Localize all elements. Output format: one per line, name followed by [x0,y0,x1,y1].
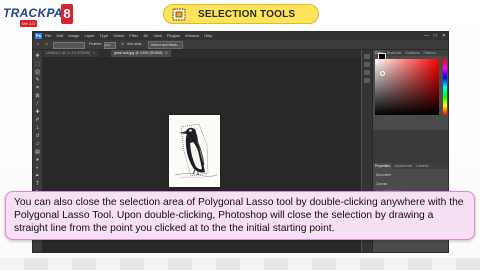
hue-slider[interactable] [443,59,447,115]
home-icon[interactable]: ⌂ [37,42,39,46]
tab-untitled[interactable]: Untitled-1 @ 11.1% (RGB/8) × [43,50,98,57]
caption-text: You can also close the selection area of… [14,197,464,234]
color-picker-cursor[interactable] [380,71,385,76]
menu-plugins[interactable]: Plugins [167,33,180,39]
photoshop-app-icon[interactable]: Ps [35,33,42,39]
color-panel: Color Swatches Gradients Patterns [373,50,448,130]
healing-brush-tool-icon[interactable]: ✚ [35,110,40,115]
character-panel-icon[interactable] [364,70,370,75]
close-icon[interactable]: × [166,51,168,55]
tab-great-auk[interactable]: great auk.jpg @ 100% (RGB/8) × [111,50,171,57]
great-auk-image [169,115,220,187]
logo-version-text: Ver 1.0 [20,20,37,27]
document-tabs: Untitled-1 @ 11.1% (RGB/8) × great auk.jp… [43,50,361,57]
menu-filter[interactable]: Filter [129,33,138,39]
pen-tool-icon[interactable]: ✒ [35,174,40,179]
menu-type[interactable]: Type [100,33,109,39]
eyedropper-tool-icon[interactable]: ⁄ [35,102,40,107]
slide-title: SELECTION TOOLS [198,9,296,20]
color-picker-field[interactable] [375,59,439,115]
minimize-icon[interactable]: — [424,33,429,39]
history-brush-tool-icon[interactable]: ↺ [35,134,40,139]
trackpad-logo: TRACKPAD Ver 1.0 8 [3,2,73,28]
tab-adjustments[interactable]: Adjustments [392,163,414,169]
move-tool-icon[interactable]: ✥ [35,54,40,59]
brush-panel-icon[interactable] [364,62,370,67]
tab-great-auk-label: great auk.jpg @ 100% (RGB/8) [114,51,163,55]
tab-swatches[interactable]: Swatches [385,50,403,56]
tab-gradients[interactable]: Gradients [403,50,421,56]
eraser-tool-icon[interactable]: ▱ [35,142,40,147]
menu-file[interactable]: File [45,33,51,39]
gradient-tool-icon[interactable]: ▤ [35,150,40,155]
feather-label: Feather: [89,42,103,46]
bottom-stripe [0,258,480,270]
caption-box: You can also close the selection area of… [5,191,475,240]
menu-help[interactable]: Help [204,33,212,39]
select-and-mask-button[interactable]: Select and Mask... [148,41,183,49]
selection-tools-icon [172,8,186,21]
menu-select[interactable]: Select [113,33,124,39]
history-panel-icon[interactable] [364,54,370,59]
properties-panel-tabs: Properties Adjustments Libraries [373,163,448,169]
close-icon[interactable]: × [93,51,95,55]
properties-section-title: Document [376,173,392,177]
tab-patterns[interactable]: Patterns [421,50,437,56]
close-icon[interactable]: ✕ [442,33,446,39]
marquee-tool-icon[interactable]: ⬚ [35,62,40,67]
type-tool-icon[interactable]: T [35,182,40,187]
menu-edit[interactable]: Edit [56,33,63,39]
clone-stamp-tool-icon[interactable]: ⊥ [35,126,40,131]
menu-view[interactable]: View [153,33,162,39]
brush-tool-icon[interactable]: ✐ [35,118,40,123]
polygonal-lasso-tool-icon[interactable]: ⬠ [35,70,40,75]
dodge-tool-icon[interactable]: ◐ [35,166,40,171]
tab-properties[interactable]: Properties [373,163,393,169]
menu-items: File Edit Image Layer Type Select Filter… [45,33,213,39]
tab-untitled-label: Untitled-1 @ 11.1% (RGB/8) [46,51,90,55]
tab-libraries[interactable]: Libraries [414,163,431,169]
menu-image[interactable]: Image [68,33,79,39]
maximize-icon[interactable]: □ [434,33,437,39]
logo-version-number: 8 [61,4,73,24]
paragraph-panel-icon[interactable] [364,78,370,83]
selection-mode-buttons[interactable] [53,42,85,49]
anti-alias-label: Anti-alias [127,42,142,46]
crop-tool-icon[interactable]: ⌗ [35,86,40,91]
blur-tool-icon[interactable]: ● [35,158,40,163]
anti-alias-checkbox[interactable]: ☑ [121,42,124,46]
feather-input[interactable]: 0 px [104,42,116,49]
options-bar: ⌂ ⬠ Feather: 0 px ☑ Anti-alias Select an… [33,40,448,50]
window-controls: — □ ✕ [424,33,446,39]
great-auk-document[interactable] [169,115,220,187]
menu-3d[interactable]: 3D [143,33,148,39]
quick-select-tool-icon[interactable]: ✎ [35,78,40,83]
frame-tool-icon[interactable]: ⊠ [35,94,40,99]
slide-title-banner: SELECTION TOOLS [163,4,319,24]
polygonal-lasso-preset-icon[interactable]: ⬠ [45,42,48,46]
canvas-section-label: Canvas [376,182,388,186]
menu-window[interactable]: Window [185,33,199,39]
menu-bar: Ps File Edit Image Layer Type Select Fil… [33,32,448,40]
menu-layer[interactable]: Layer [84,33,94,39]
